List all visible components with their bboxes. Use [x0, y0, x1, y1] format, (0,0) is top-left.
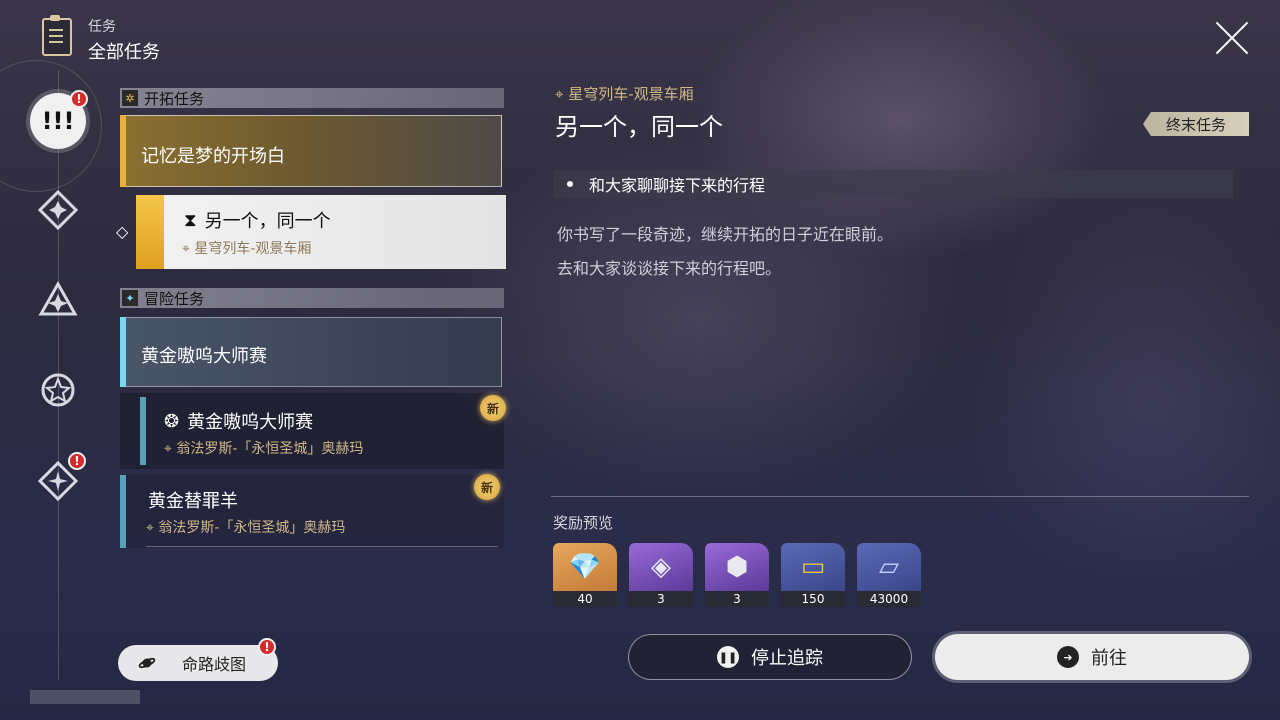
reward-count: 43000: [857, 591, 921, 607]
section-adventure: ✦ 冒险任务: [120, 288, 504, 308]
location-pin-icon: ⌖: [555, 85, 564, 103]
selected-arrow-icon: ◇: [116, 222, 129, 241]
quest-adv-sub-location-row: ⌖ 翁法罗斯-「永恒圣城」奥赫玛: [164, 438, 363, 458]
page-title: 全部任务: [88, 42, 160, 63]
go-label: 前往: [1091, 648, 1127, 669]
go-arrow-icon: ➜: [1057, 646, 1079, 668]
detail-title: 另一个，同一个: [555, 113, 723, 141]
reward-item[interactable]: ▱ 43000: [857, 543, 921, 607]
location-pin-icon: ⌖: [146, 520, 154, 536]
detail-location-row: ⌖ 星穹列车-观景车厢: [555, 83, 694, 104]
gold-ticket-icon: ▭: [781, 543, 845, 591]
quest-selected-card[interactable]: ⧗ 另一个，同一个 ⌖ 星穹列车-观景车厢: [136, 195, 506, 269]
quest-adv-sub-location: 翁法罗斯-「永恒圣城」奥赫玛: [176, 441, 364, 457]
reward-count: 3: [629, 591, 693, 607]
adventure-section-icon: ✦: [122, 290, 138, 306]
stop-tracking-label: 停止追踪: [751, 648, 823, 669]
scapegoat-underline: [146, 546, 498, 547]
quest-scapegoat-card[interactable]: 黄金替罪羊 ⌖ 翁法罗斯-「永恒圣城」奥赫玛: [120, 475, 504, 548]
quest-main-card[interactable]: 记忆是梦的开场白: [120, 115, 502, 187]
pet-icon: ❂: [164, 410, 180, 432]
footer-decoration: [30, 690, 140, 704]
exp-card-icon: ▱: [857, 543, 921, 591]
reward-item[interactable]: ⬢ 3: [705, 543, 769, 607]
path-map-label: 命路歧图: [182, 655, 247, 674]
purple-material-icon: ◈: [629, 543, 693, 591]
close-icon[interactable]: [1212, 18, 1252, 58]
crystal-icon: 💎: [553, 543, 617, 591]
quest-adv-sub-title-row: ❂ 黄金嗷呜大师赛: [164, 408, 313, 434]
quest-adv-sub-card[interactable]: ❂ 黄金嗷呜大师赛 ⌖ 翁法罗斯-「永恒圣城」奥赫玛: [120, 393, 504, 469]
rail-trailblaze-icon[interactable]: [33, 185, 83, 235]
reward-item[interactable]: ▭ 150: [781, 543, 845, 607]
reward-preview-label: 奖励预览: [553, 514, 614, 532]
header-category: 任务: [88, 19, 116, 35]
pause-icon: ❚❚: [717, 646, 739, 668]
quest-selected-title: 另一个，同一个: [204, 211, 331, 232]
rail-alert-badge: !: [70, 90, 88, 108]
quest-scapegoat-location: 翁法罗斯-「永恒圣城」奥赫玛: [158, 520, 346, 536]
location-pin-icon: ⌖: [182, 241, 190, 257]
new-badge: 新: [474, 474, 500, 500]
quest-selected-title-row: ⧗ 另一个，同一个: [184, 207, 331, 233]
quest-scapegoat-location-row: ⌖ 翁法罗斯-「永恒圣城」奥赫玛: [146, 517, 345, 537]
objective-text: 和大家聊聊接下来的行程: [589, 176, 766, 195]
quest-adventure-card[interactable]: 黄金嗷呜大师赛: [120, 317, 502, 387]
location-pin-icon: ⌖: [164, 441, 172, 457]
path-map-button[interactable]: 命路歧图: [118, 645, 278, 681]
quest-selected-location: 星穹列车-观景车厢: [194, 241, 312, 257]
sub-stripe: [140, 397, 146, 465]
scapegoat-stripe: [120, 475, 126, 548]
rail-companion-icon[interactable]: [33, 275, 83, 325]
section-adventure-label: 冒险任务: [144, 289, 205, 308]
rail-daily-badge: !: [68, 452, 86, 470]
rail-adventure-icon[interactable]: [33, 365, 83, 415]
reward-count: 40: [553, 591, 617, 607]
reward-count: 3: [705, 591, 769, 607]
detail-location: 星穹列车-观景车厢: [568, 85, 694, 103]
path-map-badge: !: [258, 638, 276, 656]
quest-scapegoat-title: 黄金替罪羊: [148, 491, 238, 512]
reward-item[interactable]: 💎 40: [553, 543, 617, 607]
new-badge: 新: [480, 395, 506, 421]
purple-relic-icon: ⬢: [705, 543, 769, 591]
quest-main-title: 记忆是梦的开场白: [141, 146, 285, 167]
divider: [551, 496, 1249, 497]
quest-log-icon: [42, 15, 72, 56]
bullet-icon: [567, 181, 573, 187]
reward-item[interactable]: ◈ 3: [629, 543, 693, 607]
planet-icon: [138, 657, 156, 669]
quest-selected-location-row: ⌖ 星穹列车-观景车厢: [182, 238, 311, 258]
section-trailblaze-label: 开拓任务: [144, 89, 205, 108]
final-quest-tag: 终末任务: [1143, 112, 1249, 136]
quest-adv-sub-title: 黄金嗷呜大师赛: [187, 412, 314, 433]
section-trailblaze: ✲ 开拓任务: [120, 88, 504, 108]
hourglass-icon: ⧗: [184, 209, 197, 231]
stop-tracking-button[interactable]: ❚❚ 停止追踪: [628, 634, 912, 680]
selected-stripe: [136, 195, 164, 269]
go-button[interactable]: ➜ 前往: [935, 634, 1249, 680]
objective-row: 和大家聊聊接下来的行程: [553, 170, 1233, 198]
quest-adventure-title: 黄金嗷呜大师赛: [141, 346, 267, 367]
trailblaze-section-icon: ✲: [122, 90, 138, 106]
reward-count: 150: [781, 591, 845, 607]
description-line-1: 你书写了一段奇迹，继续开拓的日子近在眼前。: [557, 225, 894, 244]
description-line-2: 去和大家谈谈接下来的行程吧。: [557, 259, 782, 278]
